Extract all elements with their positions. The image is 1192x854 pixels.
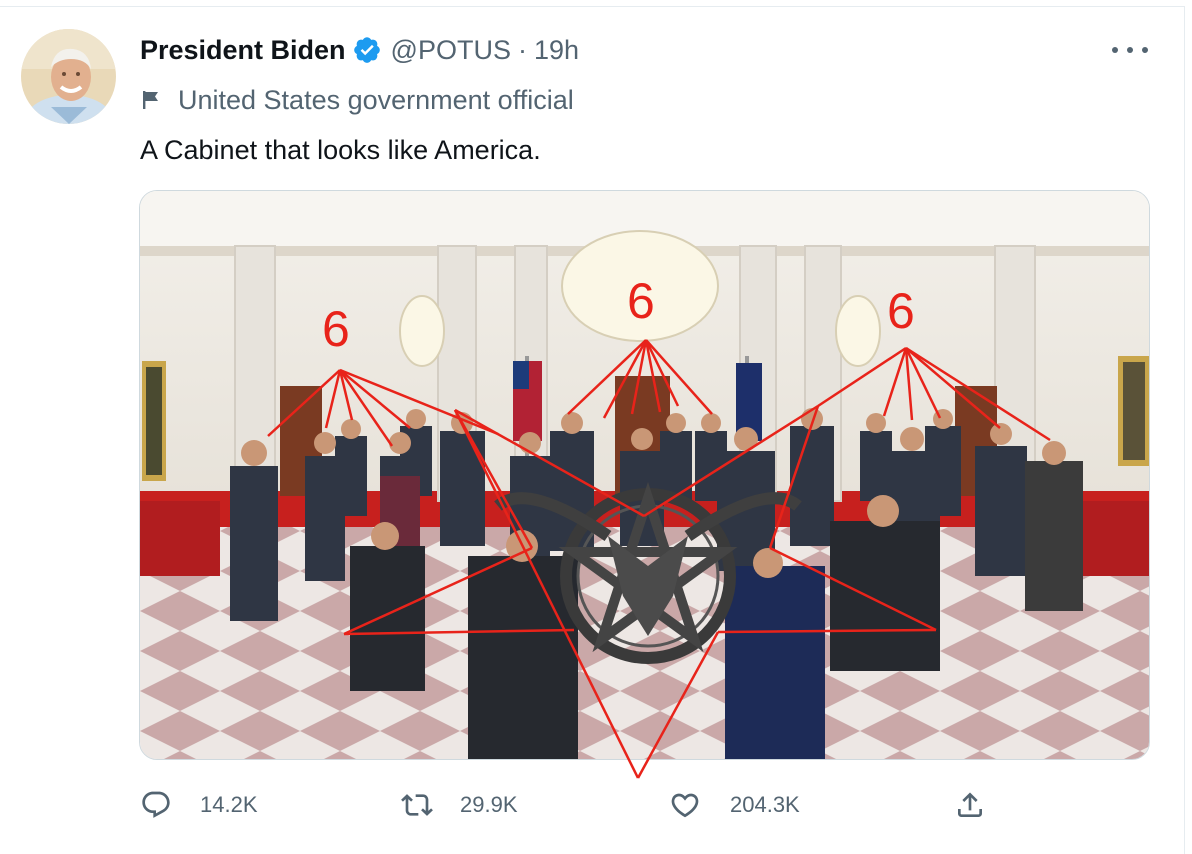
like-icon xyxy=(671,793,699,818)
cabinet-photo xyxy=(140,191,1149,759)
reply-count: 14.2K xyxy=(200,792,258,817)
like-button[interactable]: 204.3K xyxy=(668,780,800,830)
author-handle[interactable]: @POTUS xyxy=(391,35,511,66)
tweet-header: President Biden @POTUS · 19h xyxy=(140,30,579,70)
verified-badge-icon xyxy=(353,37,380,63)
share-icon xyxy=(958,792,982,817)
reply-icon xyxy=(142,791,170,818)
flag-icon xyxy=(143,91,158,109)
author-name[interactable]: President Biden xyxy=(140,35,346,66)
account-label: United States government official xyxy=(140,82,574,118)
account-label-text: United States government official xyxy=(178,84,574,115)
tweet-actions: 14.2K 29.9K 204.3K xyxy=(0,780,1192,830)
reply-button[interactable]: 14.2K xyxy=(140,780,258,830)
more-icon[interactable] xyxy=(1112,38,1148,62)
tweet-text: A Cabinet that looks like America. xyxy=(140,135,541,165)
retweet-button[interactable]: 29.9K xyxy=(398,780,518,830)
separator-dot: · xyxy=(517,34,527,65)
top-divider xyxy=(0,6,1185,7)
tweet-time[interactable]: 19h xyxy=(534,35,579,66)
retweet-count: 29.9K xyxy=(460,792,518,817)
right-divider xyxy=(1184,6,1185,854)
avatar[interactable] xyxy=(21,29,116,124)
retweet-icon xyxy=(401,794,433,816)
tweet-photo[interactable] xyxy=(139,190,1150,760)
like-count: 204.3K xyxy=(730,792,800,817)
share-button[interactable] xyxy=(954,780,986,830)
